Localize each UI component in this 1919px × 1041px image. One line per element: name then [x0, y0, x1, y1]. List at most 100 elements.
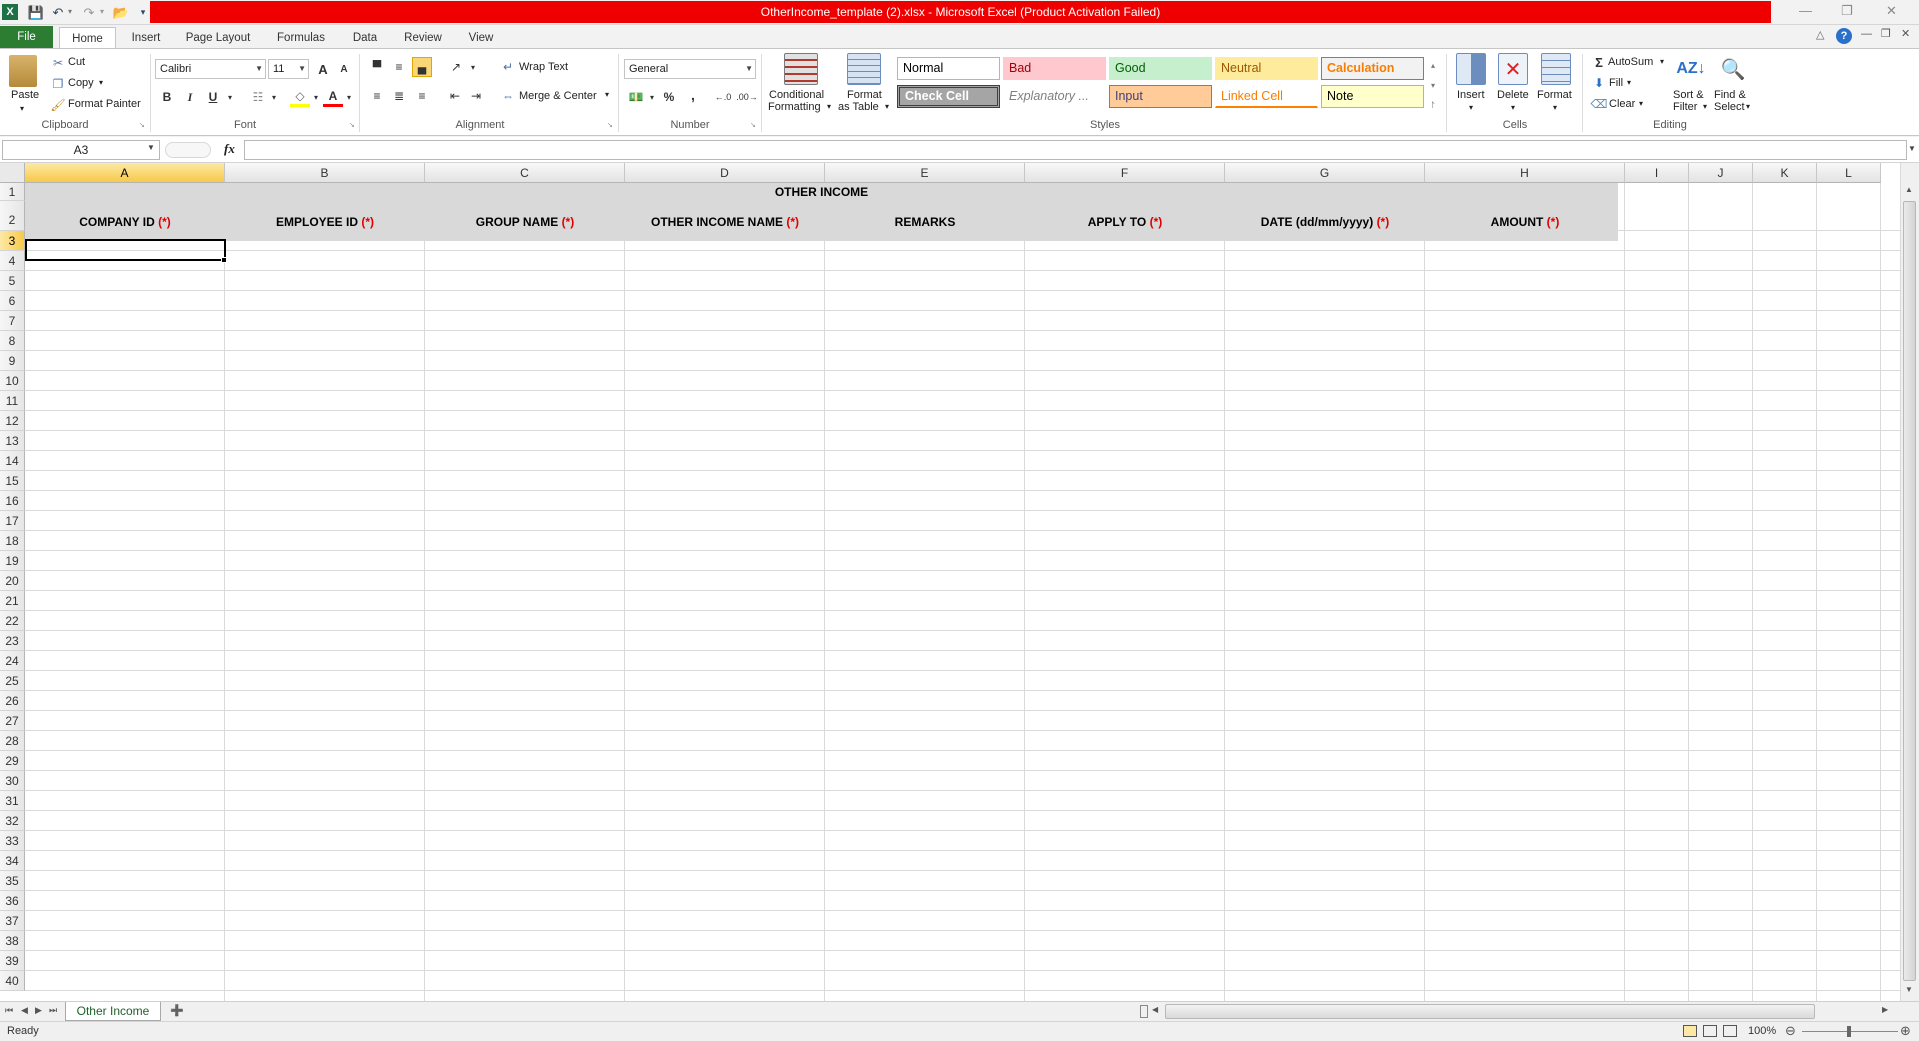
grow-font-icon[interactable]: A	[313, 59, 333, 79]
wrap-text-button[interactable]: Wrap Text	[519, 61, 568, 73]
column-header-c[interactable]: C	[425, 163, 625, 183]
borders-dropdown-icon[interactable]: ▾	[264, 87, 284, 107]
tab-formulas[interactable]: Formulas	[271, 27, 331, 49]
column-title-cell[interactable]: GROUP NAME (*)	[425, 215, 625, 229]
row-header-19[interactable]: 19	[0, 551, 25, 571]
row-header-8[interactable]: 8	[0, 331, 25, 351]
column-title-cell[interactable]: COMPANY ID (*)	[25, 215, 225, 229]
clear-dropdown-icon[interactable]: ▾	[1639, 99, 1643, 108]
row-header-14[interactable]: 14	[0, 451, 25, 471]
copy-dropdown-icon[interactable]: ▾	[99, 78, 103, 87]
formula-input[interactable]	[244, 140, 1907, 160]
align-bottom-icon[interactable]: ▄	[412, 57, 432, 77]
find-select-line2[interactable]: Select	[1714, 101, 1745, 113]
style-neutral[interactable]: Neutral	[1215, 57, 1318, 80]
tab-insert[interactable]: Insert	[124, 27, 168, 49]
number-format-select[interactable]: General ▼	[624, 59, 756, 79]
select-all-corner[interactable]	[0, 163, 25, 183]
font-name-select[interactable]: Calibri ▼	[155, 59, 266, 79]
shrink-font-icon[interactable]: A	[334, 59, 354, 79]
row-header-21[interactable]: 21	[0, 591, 25, 611]
row-header-10[interactable]: 10	[0, 371, 25, 391]
doc-restore-icon[interactable]: ❐	[1881, 29, 1891, 40]
tab-file[interactable]: File	[0, 26, 53, 49]
style-explanatory[interactable]: Explanatory ...	[1003, 85, 1106, 108]
wrap-text-icon[interactable]: ↵	[498, 57, 518, 77]
find-select-icon[interactable]: 🔍	[1716, 53, 1750, 85]
row-header-37[interactable]: 37	[0, 911, 25, 931]
column-header-f[interactable]: F	[1025, 163, 1225, 183]
underline-dropdown-icon[interactable]: ▾	[220, 87, 240, 107]
page-layout-view-icon[interactable]	[1703, 1025, 1717, 1037]
find-dropdown-icon[interactable]: ▾	[1746, 102, 1750, 111]
tab-data[interactable]: Data	[348, 27, 382, 49]
page-break-view-icon[interactable]	[1723, 1025, 1737, 1037]
format-cells-button[interactable]: Format	[1537, 89, 1572, 101]
row-header-36[interactable]: 36	[0, 891, 25, 911]
save-icon[interactable]: 💾	[27, 3, 45, 21]
delete-cells-button[interactable]: Delete	[1497, 89, 1529, 101]
doc-minimize-icon[interactable]: —	[1861, 29, 1872, 40]
worksheet-grid[interactable]: ABCDEFGHIJKL 1 2 3 4 5 6 7 8 9 10 11 12 13 14 15 16 17 18…	[0, 163, 1900, 1001]
row-header-34[interactable]: 34	[0, 851, 25, 871]
increase-decimal-icon[interactable]: ←.0	[713, 87, 733, 107]
style-normal[interactable]: Normal	[897, 57, 1000, 80]
column-title-cell[interactable]: AMOUNT (*)	[1425, 215, 1625, 229]
fill-button[interactable]: Fill	[1609, 77, 1623, 89]
bold-button[interactable]: B	[157, 87, 177, 107]
column-header-g[interactable]: G	[1225, 163, 1425, 183]
row-header-3[interactable]: 3	[0, 231, 25, 251]
active-cell[interactable]	[25, 239, 226, 261]
zoom-slider-thumb[interactable]	[1847, 1026, 1851, 1037]
prev-sheet-icon[interactable]: ◀	[21, 1005, 28, 1016]
ribbon-minimize-icon[interactable]: △	[1816, 30, 1824, 41]
style-check-cell[interactable]: Check Cell	[897, 85, 1000, 108]
autosum-button[interactable]: AutoSum	[1608, 56, 1653, 68]
alignment-launcher-icon[interactable]: ↘	[607, 121, 613, 129]
row-header-16[interactable]: 16	[0, 491, 25, 511]
column-header-h[interactable]: H	[1425, 163, 1625, 183]
align-top-icon[interactable]: ▀	[367, 57, 387, 77]
format-as-table-line2[interactable]: as Table	[838, 101, 879, 113]
row-header-4[interactable]: 4	[0, 251, 25, 271]
tab-page-layout[interactable]: Page Layout	[182, 27, 254, 49]
styles-scroll-up-icon[interactable]: ▴	[1426, 55, 1440, 75]
minimize-icon[interactable]: —	[1799, 3, 1812, 18]
undo-dropdown-icon[interactable]: ▾	[61, 3, 79, 21]
conditional-formatting-icon[interactable]	[784, 53, 818, 85]
zoom-level[interactable]: 100%	[1748, 1025, 1776, 1037]
row-header-5[interactable]: 5	[0, 271, 25, 291]
row-header-6[interactable]: 6	[0, 291, 25, 311]
sheet-tab-other-income[interactable]: Other Income	[65, 1002, 161, 1021]
conditional-dropdown-icon[interactable]: ▾	[827, 102, 831, 111]
row-header-38[interactable]: 38	[0, 931, 25, 951]
vertical-scrollbar[interactable]: ▲ ▼	[1900, 163, 1919, 1001]
merge-center-icon[interactable]: ⇔	[498, 86, 518, 106]
column-header-k[interactable]: K	[1753, 163, 1817, 183]
row-header-29[interactable]: 29	[0, 751, 25, 771]
column-header-e[interactable]: E	[825, 163, 1025, 183]
tab-split-handle[interactable]	[1140, 1005, 1148, 1018]
name-box[interactable]: A3	[2, 140, 160, 160]
scroll-left-icon[interactable]: ◀	[1152, 1005, 1158, 1014]
column-header-a[interactable]: A	[25, 163, 225, 183]
row-header-17[interactable]: 17	[0, 511, 25, 531]
style-linked-cell[interactable]: Linked Cell	[1215, 85, 1318, 108]
sort-dropdown-icon[interactable]: ▾	[1703, 102, 1707, 111]
insert-function-icon[interactable]: fx	[224, 141, 235, 157]
style-good[interactable]: Good	[1109, 57, 1212, 80]
new-sheet-icon[interactable]: ➕	[170, 1004, 184, 1017]
format-cells-icon[interactable]	[1541, 53, 1571, 85]
row-header-11[interactable]: 11	[0, 391, 25, 411]
fill-handle[interactable]	[221, 257, 227, 263]
help-icon[interactable]: ?	[1836, 28, 1852, 44]
row-header-15[interactable]: 15	[0, 471, 25, 491]
last-sheet-icon[interactable]: ⏭	[49, 1005, 57, 1016]
doc-close-icon[interactable]: ✕	[1901, 29, 1910, 40]
styles-more-icon[interactable]: ⨡	[1426, 95, 1440, 115]
scroll-right-icon[interactable]: ▶	[1882, 1005, 1888, 1014]
autosum-dropdown-icon[interactable]: ▾	[1660, 57, 1664, 66]
horizontal-scroll-thumb[interactable]	[1165, 1004, 1815, 1019]
row-header-39[interactable]: 39	[0, 951, 25, 971]
clear-icon[interactable]: ⌫	[1589, 94, 1609, 114]
